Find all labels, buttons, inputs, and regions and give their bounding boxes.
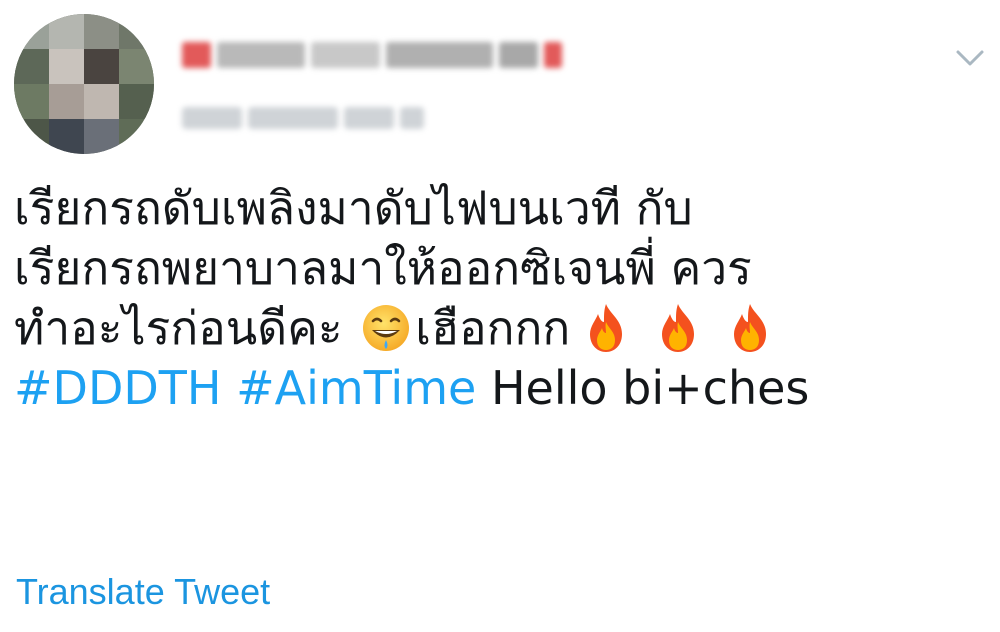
fire-icon [662,303,695,352]
tweet-line-4: #DDDTH #AimTime Hello bi+ches [14,358,984,418]
tweet-line-1: เรียกรถดับเพลิงมาดับไฟบนเวที กับ [14,181,693,235]
display-name-redacted[interactable] [182,34,562,76]
tweet-line-3-suffix: เฮือกกก [415,301,571,355]
tweet-line-3: ทำอะไรก่อนดีคะ เฮือกกก [14,298,984,358]
hashtag-link[interactable]: #AimTime [236,361,476,415]
tweet-line-2: เรียกรถพยาบาลมาให้ออกซิเจนพี่ ควร [14,241,752,295]
tweet-line-4-text: Hello bi+ches [490,361,810,415]
fire-icon [590,303,623,352]
avatar[interactable] [14,14,154,154]
username-redacted[interactable] [182,100,432,136]
hashtag-link[interactable]: #DDDTH [14,361,222,415]
chevron-down-icon[interactable] [950,42,990,74]
fire-icon [734,303,767,352]
tweet-text: เรียกรถดับเพลิงมาดับไฟบนเวที กับ เรียกรถ… [14,178,984,418]
grinning-face-with-sweat-icon [363,304,410,351]
translate-tweet-link[interactable]: Translate Tweet [16,570,270,614]
avatar-pixelated-image [14,14,154,154]
tweet-card: เรียกรถดับเพลิงมาดับไฟบนเวที กับ เรียกรถ… [0,0,1000,632]
tweet-line-3-text: ทำอะไรก่อนดีคะ [14,301,358,355]
